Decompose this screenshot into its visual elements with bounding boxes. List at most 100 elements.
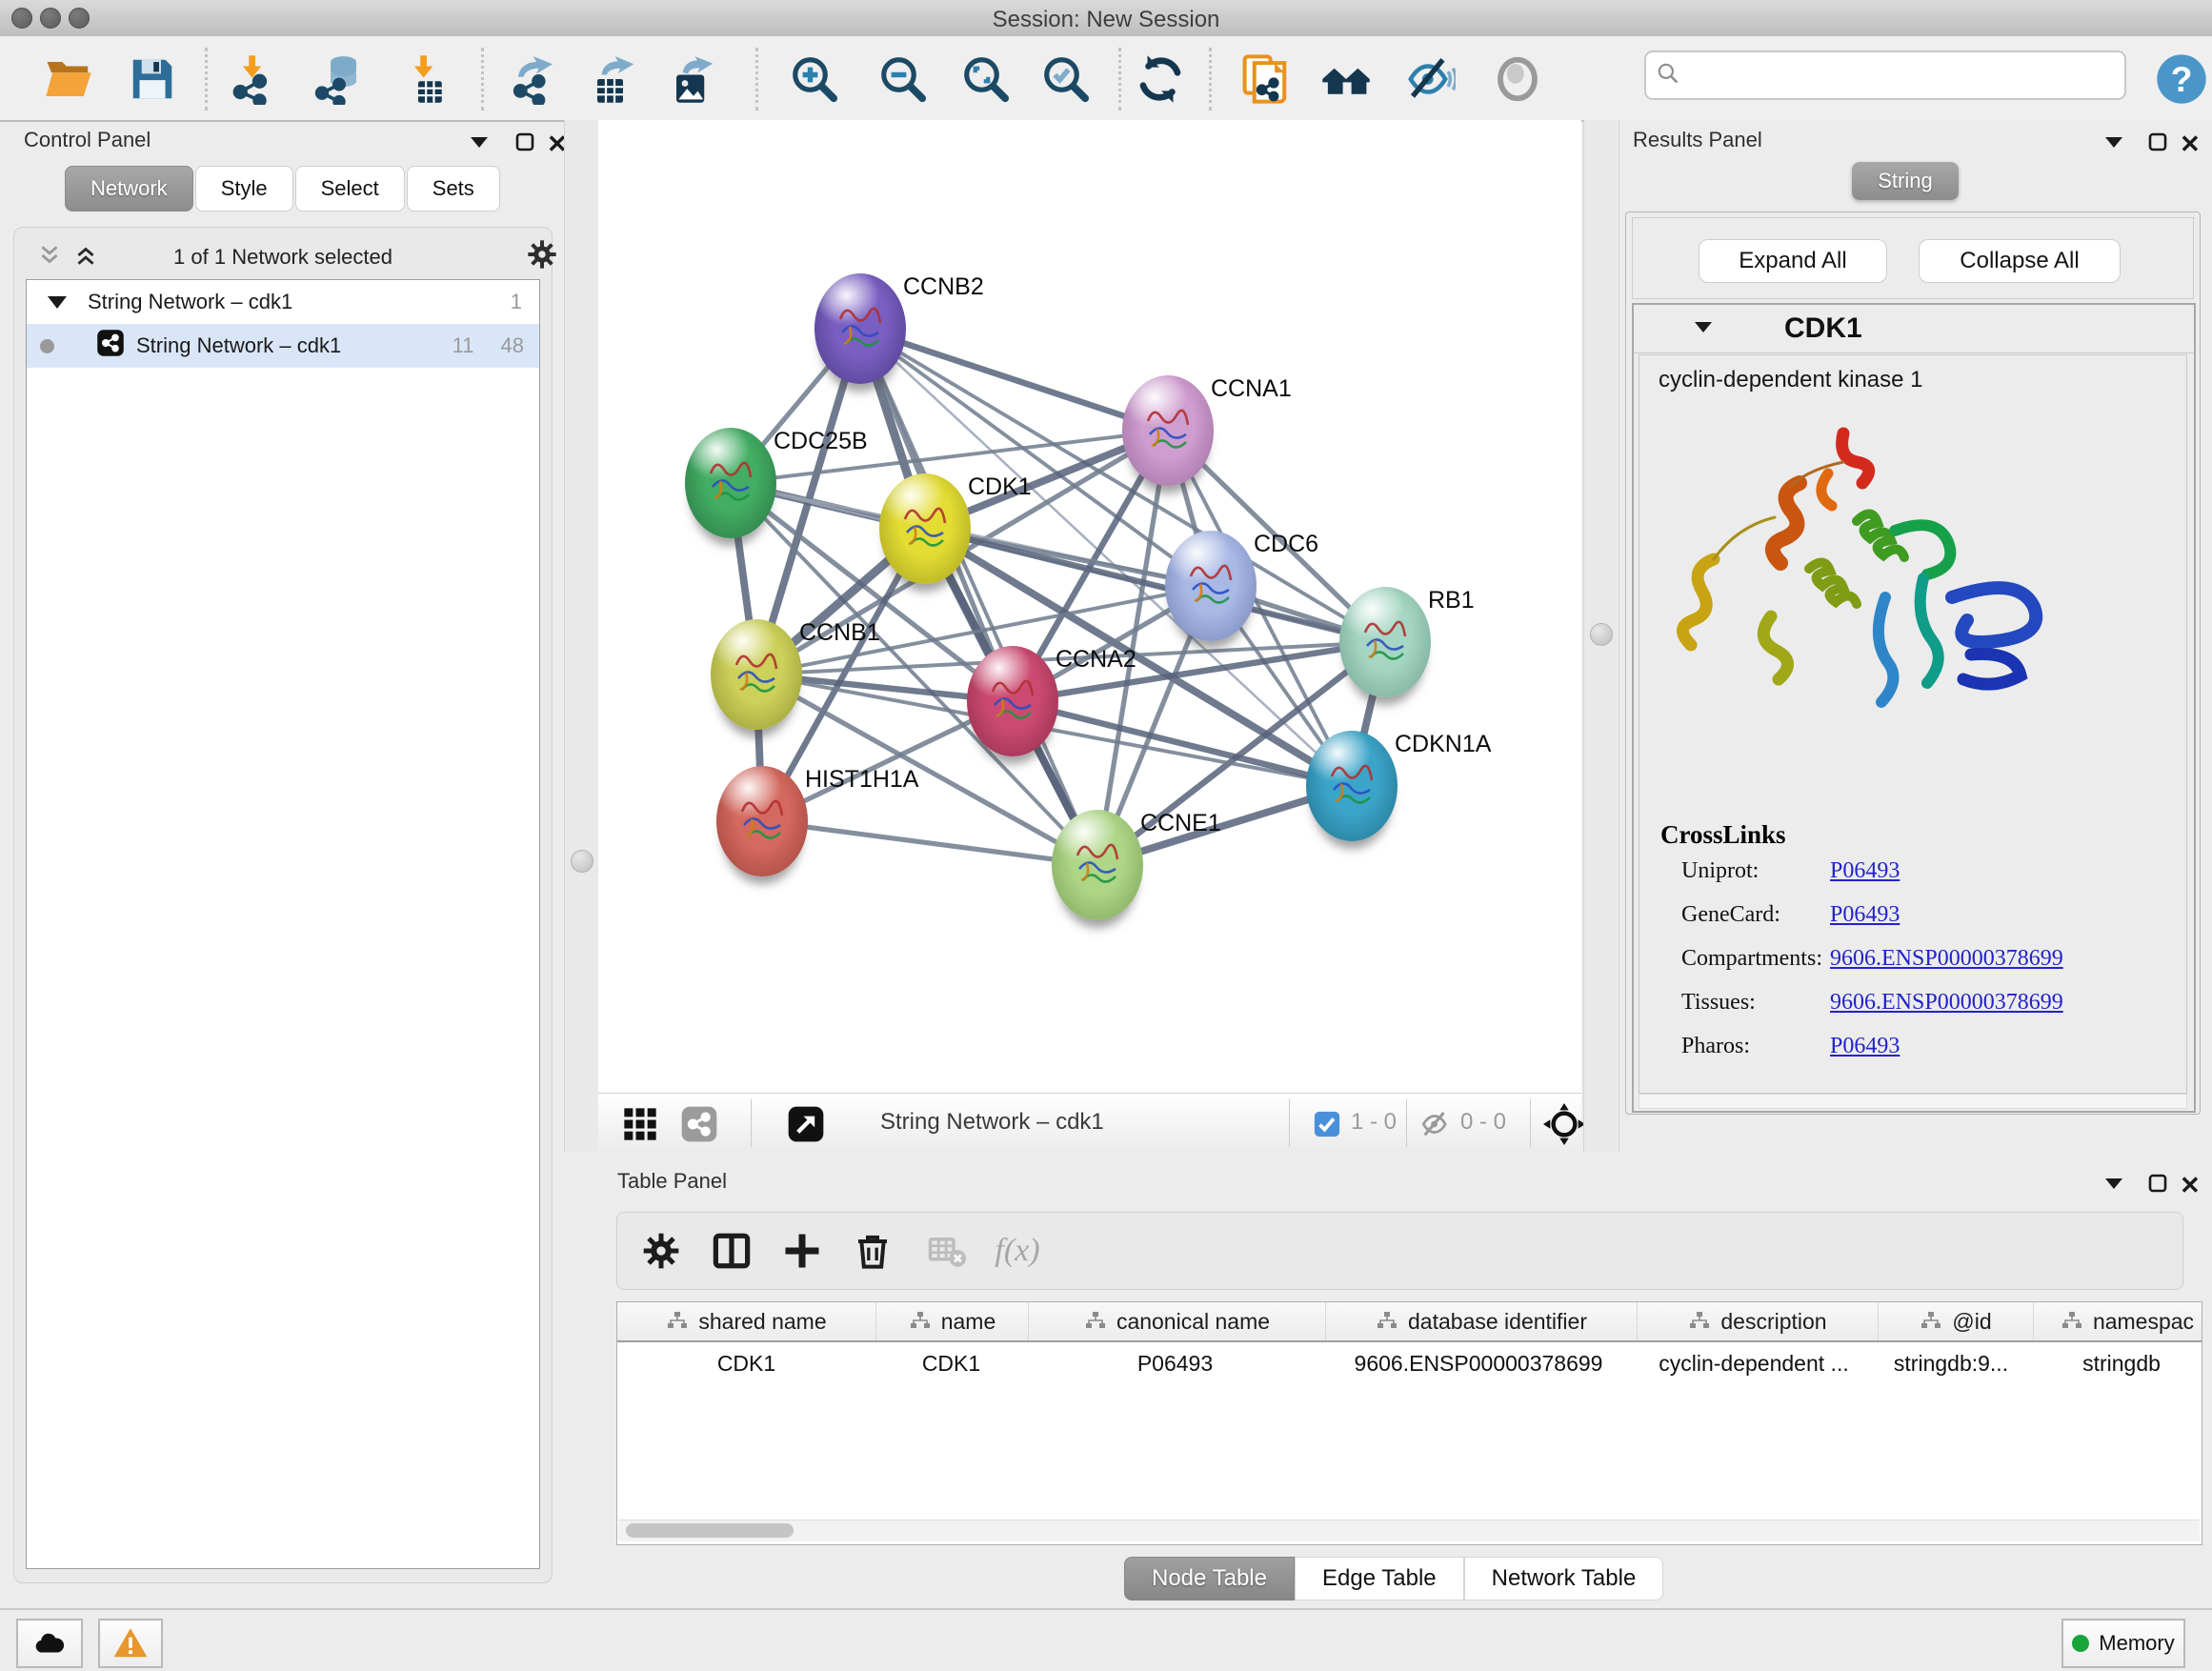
network-node-CCNB2[interactable] (814, 273, 906, 384)
network-options-gear-icon[interactable] (527, 239, 557, 274)
network-collection-row[interactable]: String Network – cdk1 1 (27, 280, 539, 324)
splitter-handle[interactable] (571, 850, 593, 873)
tab-network-table[interactable]: Network Table (1464, 1557, 1664, 1601)
eye-icon[interactable] (1491, 52, 1544, 106)
zoom-selected-icon[interactable] (1039, 52, 1093, 106)
export-image-icon[interactable] (667, 52, 720, 106)
gene-header-row[interactable]: CDK1 (1634, 305, 2194, 353)
memory-button[interactable]: Memory (2061, 1619, 2185, 1668)
show-columns-icon[interactable] (705, 1224, 758, 1278)
table-gear-icon[interactable] (634, 1224, 688, 1278)
expand-all-button[interactable]: Expand All (1699, 239, 1887, 283)
close-panel-icon[interactable]: ✕ (2180, 1171, 2201, 1200)
column-header-database-identifier[interactable]: database identifier (1326, 1302, 1638, 1340)
edge-HIST1H1A-CCNE1[interactable] (762, 821, 1097, 865)
network-row[interactable]: String Network – cdk1 11 48 (27, 324, 539, 368)
network-node-CDKN1A[interactable] (1306, 731, 1398, 841)
cloud-button[interactable] (16, 1619, 83, 1668)
cell-description[interactable]: cyclin-dependent ... (1634, 1351, 1874, 1377)
home-icon[interactable] (1319, 52, 1373, 106)
zoom-out-icon[interactable] (876, 52, 930, 106)
edge-CCNB2-CCNA1[interactable] (860, 329, 1168, 431)
crosslink-link[interactable]: P06493 (1830, 858, 1900, 884)
collection-expand-icon[interactable] (48, 296, 67, 309)
section-collapse-icon[interactable] (1693, 320, 1714, 338)
import-table-file-icon[interactable] (400, 52, 453, 106)
network-node-CCNB1[interactable] (711, 619, 802, 730)
search-field[interactable] (1644, 50, 2126, 100)
cloud-icon (31, 1625, 68, 1661)
delete-column-icon[interactable] (846, 1224, 899, 1278)
network-node-CCNA2[interactable] (967, 646, 1058, 756)
search-input[interactable] (1690, 55, 2124, 95)
tab-node-table[interactable]: Node Table (1124, 1557, 1295, 1601)
export-network-icon[interactable] (509, 52, 562, 106)
cell-database-identifier[interactable]: 9606.ENSP00000378699 (1323, 1351, 1634, 1377)
tab-sets[interactable]: Sets (407, 166, 500, 211)
refresh-icon[interactable] (1134, 52, 1187, 106)
birdseye-view-icon[interactable] (787, 1105, 825, 1148)
network-share-view-icon[interactable] (680, 1105, 718, 1148)
scrollbar-thumb[interactable] (626, 1523, 794, 1538)
network-node-CDC25B[interactable] (685, 428, 776, 538)
table-row[interactable]: CDK1CDK1P064939606.ENSP00000378699cyclin… (617, 1342, 2202, 1384)
help-icon[interactable]: ? (2155, 52, 2208, 106)
export-table-icon[interactable] (588, 52, 641, 106)
add-column-icon[interactable] (775, 1224, 829, 1278)
left-splitter[interactable] (564, 120, 600, 1152)
tab-string[interactable]: String (1852, 162, 1959, 200)
collapse-all-button[interactable]: Collapse All (1919, 239, 2121, 283)
crosslink-link[interactable]: P06493 (1830, 1034, 1900, 1059)
import-network-database-icon[interactable] (312, 52, 366, 106)
cell-shared-name[interactable]: CDK1 (617, 1351, 875, 1377)
network-node-CDC6[interactable] (1165, 531, 1257, 641)
tab-edge-table[interactable]: Edge Table (1295, 1557, 1464, 1601)
import-network-file-icon[interactable] (229, 52, 282, 106)
panel-menu-icon[interactable] (2103, 135, 2124, 153)
splitter-handle[interactable] (1590, 623, 1613, 646)
network-node-CCNE1[interactable] (1052, 810, 1143, 920)
cell-name[interactable]: CDK1 (875, 1351, 1027, 1377)
cell-namespac[interactable]: stringdb (2028, 1351, 2202, 1377)
column-header-canonical-name[interactable]: canonical name (1029, 1302, 1326, 1340)
grid-view-icon[interactable] (621, 1105, 659, 1148)
zoom-fit-icon[interactable] (959, 52, 1013, 106)
network-canvas[interactable]: CCNB2CCNA1CDC25BCDK1CDC6RB1CCNB1CCNA2CDK… (598, 120, 1581, 1093)
float-panel-icon[interactable] (514, 131, 535, 157)
tab-network[interactable]: Network (65, 166, 193, 211)
column-header-namespac[interactable]: namespac (2034, 1302, 2202, 1340)
table-horizontal-scrollbar[interactable] (618, 1520, 2200, 1541)
selected-checkbox-icon[interactable] (1313, 1110, 1341, 1143)
tab-style[interactable]: Style (195, 166, 293, 211)
fit-selected-crosshair-icon[interactable] (1543, 1103, 1585, 1150)
network-node-CDK1[interactable] (879, 473, 971, 584)
save-session-icon[interactable] (126, 52, 179, 106)
float-panel-icon[interactable] (2147, 1173, 2168, 1198)
crosslink-link[interactable]: 9606.ENSP00000378699 (1830, 946, 2063, 972)
zoom-in-icon[interactable] (788, 52, 841, 106)
node-table[interactable]: shared namenamecanonical namedatabase id… (616, 1301, 2202, 1545)
panel-menu-icon[interactable] (2103, 1177, 2124, 1195)
hide-unhide-icon[interactable] (1403, 52, 1457, 106)
network-node-HIST1H1A[interactable] (716, 766, 808, 876)
network-node-CCNA1[interactable] (1122, 375, 1214, 486)
tab-select[interactable]: Select (295, 166, 405, 211)
float-panel-icon[interactable] (2147, 131, 2168, 157)
warning-icon (112, 1625, 149, 1661)
crosslink-link[interactable]: 9606.ENSP00000378699 (1830, 990, 2063, 1016)
cell-canonical-name[interactable]: P06493 (1027, 1351, 1323, 1377)
open-file-icon[interactable] (42, 52, 95, 106)
close-panel-icon[interactable]: ✕ (2180, 130, 2201, 159)
network-node-RB1[interactable] (1339, 587, 1431, 697)
cell-@id[interactable]: stringdb:9... (1874, 1351, 2028, 1377)
clone-network-icon[interactable] (1238, 52, 1292, 106)
column-header-name[interactable]: name (876, 1302, 1029, 1340)
column-header-@id[interactable]: @id (1879, 1302, 2034, 1340)
control-panel-tabs: NetworkStyleSelectSets (65, 166, 502, 211)
warning-button[interactable] (98, 1619, 163, 1668)
column-header-description[interactable]: description (1638, 1302, 1879, 1340)
crosslink-link[interactable]: P06493 (1830, 902, 1900, 928)
right-splitter[interactable] (1583, 120, 1619, 1152)
panel-menu-icon[interactable] (469, 135, 490, 153)
column-header-shared-name[interactable]: shared name (617, 1302, 876, 1340)
